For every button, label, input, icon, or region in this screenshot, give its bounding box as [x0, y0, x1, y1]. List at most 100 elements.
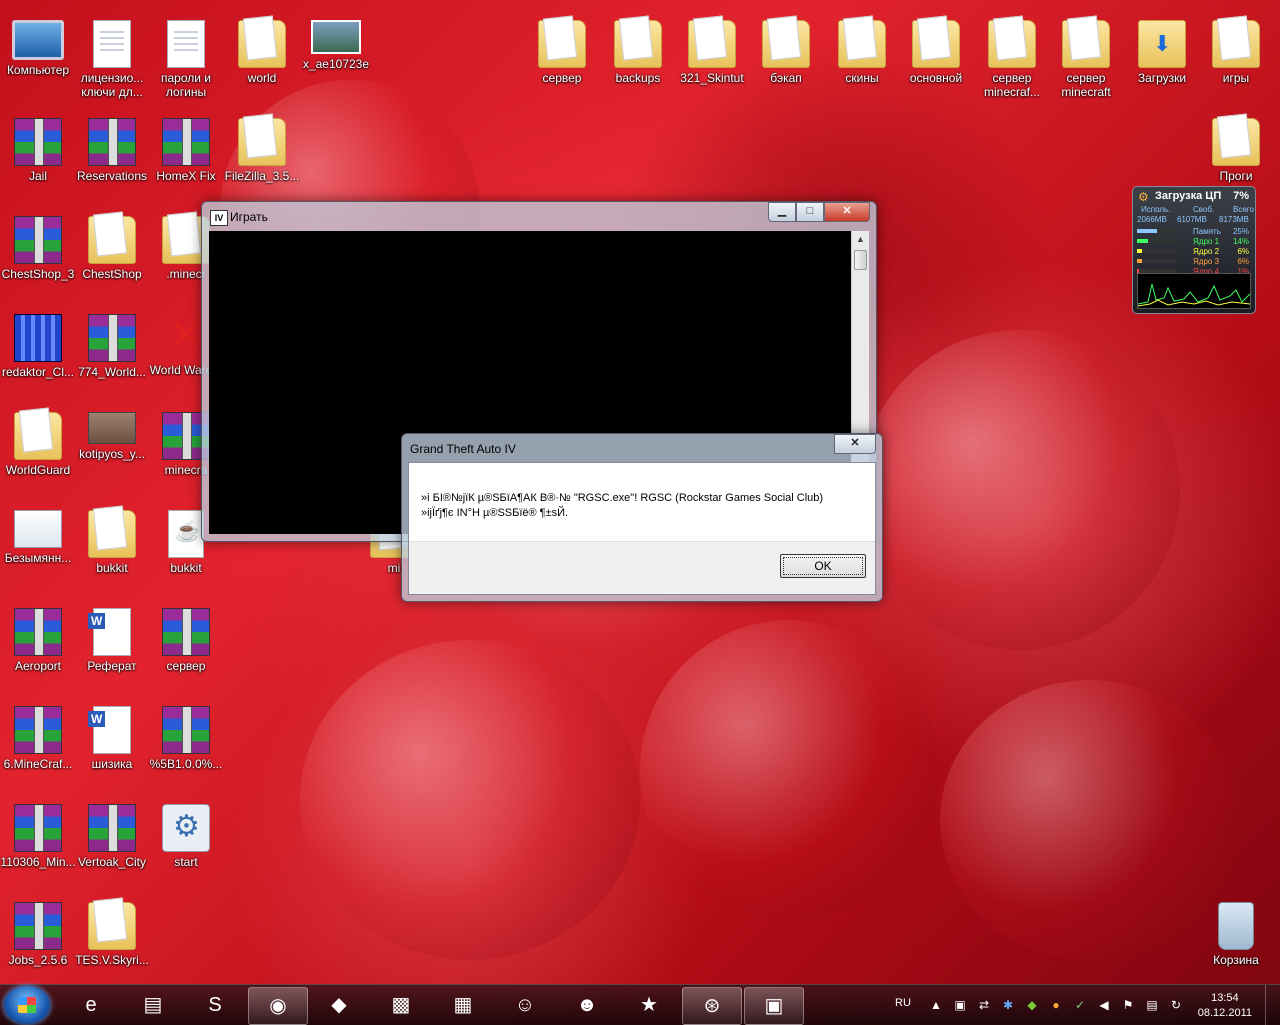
scroll-up-arrow-icon[interactable]: ▲ [852, 231, 869, 248]
desktop-icon-label: Компьютер [6, 63, 70, 77]
language-indicator[interactable]: RU [895, 997, 911, 1009]
desktop-icon[interactable]: kotipyos_y... [74, 404, 150, 498]
desktop-icon[interactable]: 321_Skintut [674, 12, 750, 106]
mem-total-header: Всего [1233, 205, 1254, 214]
desktop-icon[interactable]: ChestShop_3 [0, 208, 76, 302]
minecraft-grass-icon: ▦ [453, 994, 473, 1016]
desktop-icon-label: Vertoak_City [77, 855, 147, 869]
desktop-icon-label: игры [1222, 71, 1250, 85]
show-desktop-button[interactable] [1265, 985, 1280, 1025]
taskbar-app-1-button[interactable]: ◆ [310, 987, 368, 1023]
clock[interactable]: 13:54 08.12.2011 [1198, 991, 1252, 1021]
start-button[interactable] [4, 986, 50, 1024]
network-icon[interactable]: ▤ [1144, 997, 1160, 1013]
folder-icon [1212, 118, 1260, 166]
cpu-gadget-title: Загрузка ЦП [1155, 190, 1222, 202]
desktop-icon[interactable]: сервер [524, 12, 600, 106]
desktop-icon-label: bukkit [170, 561, 202, 575]
desktop-icon[interactable]: Реферат [74, 600, 150, 694]
desktop-icon-label: Безымянн... [4, 551, 72, 565]
action-center-flag-icon[interactable]: ⚑ [1120, 997, 1136, 1013]
cpu-usage-gadget[interactable]: ⚙ Загрузка ЦП 7% Исполь. Своб. Всего 206… [1132, 186, 1256, 314]
ok-button[interactable]: OK [780, 554, 866, 578]
desktop-icon[interactable]: 110306_Min... [0, 796, 76, 890]
tray-network-app-icon[interactable]: ⇄ [976, 997, 992, 1013]
desktop-icon[interactable]: Jobs_2.5.6 [0, 894, 76, 988]
desktop-icon[interactable]: 6.MineCraf... [0, 698, 76, 792]
desktop-icon[interactable]: %5B1.0.0%... [148, 698, 224, 792]
desktop-icon[interactable]: start [148, 796, 224, 890]
tray-update-icon[interactable]: ✓ [1072, 997, 1088, 1013]
desktop-icon[interactable]: Jail [0, 110, 76, 204]
desktop-icon-label: сервер minecraf... [983, 71, 1040, 99]
taskbar-steam-button[interactable]: ⊛ [682, 987, 742, 1025]
desktop-icon[interactable]: Reservations [74, 110, 150, 204]
taskbar-ie-button[interactable]: e [62, 987, 120, 1023]
desktop-icon[interactable]: x_ae10723e [298, 12, 374, 106]
desktop-icon-label: world [247, 71, 277, 85]
folder-icon [88, 216, 136, 264]
taskbar-star-game-button[interactable]: ★ [620, 987, 678, 1023]
desktop-icon[interactable]: сервер [148, 600, 224, 694]
desktop-icon[interactable]: Безымянн... [0, 502, 76, 596]
desktop-icon[interactable]: Загрузки [1124, 12, 1200, 106]
desktop-icon[interactable]: backups [600, 12, 676, 106]
taskbar-minecraft-grass-button[interactable]: ▦ [434, 987, 492, 1023]
tray-nvidia-icon[interactable]: ◆ [1024, 997, 1040, 1013]
maximize-button[interactable]: □ [796, 202, 824, 222]
taskbar-window-button[interactable]: ▣ [744, 987, 804, 1025]
dialog-message: »і БІ®№јїК µ®ЅБїА¶АК В®·№ "RGSC.exe"! RG… [421, 491, 861, 521]
dialog-body: »і БІ®№јїК µ®ЅБїА¶АК В®·№ "RGSC.exe"! RG… [408, 462, 876, 595]
cpu-history-graph [1137, 273, 1251, 309]
close-button[interactable]: ✕ [824, 202, 870, 222]
volume-icon[interactable]: ◀ [1096, 997, 1112, 1013]
desktop-icon-label: ChestShop_3 [1, 267, 75, 281]
tray-bluetooth-icon[interactable]: ✱ [1000, 997, 1016, 1013]
desktop-icon[interactable]: основной [898, 12, 974, 106]
desktop-icon[interactable]: redaktor_Cl... [0, 306, 76, 400]
dialog-close-button[interactable]: ✕ [834, 434, 876, 454]
taskbar-minecraft-block-button[interactable]: ▩ [372, 987, 430, 1023]
desktop-icon[interactable]: сервер minecraft [1048, 12, 1124, 106]
desktop-icon[interactable]: WorldGuard [0, 404, 76, 498]
desktop-icon[interactable]: игры [1198, 12, 1274, 106]
tray-expand-icon[interactable]: ▲ [928, 997, 944, 1013]
desktop-icon[interactable]: скины [824, 12, 900, 106]
desktop-icon[interactable]: бэкап [748, 12, 824, 106]
desktop-icon[interactable]: Aeroport [0, 600, 76, 694]
tray-security-icon[interactable]: ● [1048, 997, 1064, 1013]
desktop-icon[interactable]: лицензио... ключи дл... [74, 12, 150, 106]
desktop-icon[interactable]: Vertoak_City [74, 796, 150, 890]
taskbar-explorer-button[interactable]: ▤ [124, 987, 182, 1023]
gta-iv-icon: IV [210, 210, 228, 226]
error-dialog[interactable]: Grand Theft Auto IV ✕ »і БІ®№јїК µ®ЅБїА¶… [401, 433, 883, 602]
tray-app-icon[interactable]: ▣ [952, 997, 968, 1013]
minimize-button[interactable]: ▁ [768, 202, 796, 222]
app-1-icon: ◆ [331, 994, 347, 1016]
desktop-icon[interactable]: шизика [74, 698, 150, 792]
desktop-icon[interactable]: 774_World... [74, 306, 150, 400]
ie-icon: e [85, 994, 97, 1016]
desktop-icon[interactable]: ChestShop [74, 208, 150, 302]
desktop-icon[interactable]: TES.V.Skyri... [74, 894, 150, 988]
taskbar-chrome-button[interactable]: ◉ [248, 987, 308, 1025]
tray-sync-icon[interactable]: ↻ [1168, 997, 1184, 1013]
desktop-icon[interactable]: сервер minecraf... [974, 12, 1050, 106]
cpu-gadget-total: 7% [1233, 190, 1249, 202]
scroll-thumb[interactable] [854, 250, 867, 270]
mem-free-value: 6107MB [1177, 215, 1207, 224]
desktop-icon[interactable]: Корзина [1198, 894, 1274, 988]
taskbar-skype-button[interactable]: S [186, 987, 244, 1023]
desktop-icon[interactable]: HomeX Fix [148, 110, 224, 204]
taskbar-game-1-button[interactable]: ☺ [496, 987, 554, 1023]
clock-time: 13:54 [1211, 992, 1239, 1004]
desktop-icon-label: Корзина [1213, 953, 1259, 967]
taskbar-game-2-button[interactable]: ☻ [558, 987, 616, 1023]
desktop-icon[interactable]: пароли и логины [148, 12, 224, 106]
desktop-icon[interactable]: bukkit [74, 502, 150, 596]
desktop-icon[interactable]: FileZilla_3.5... [224, 110, 300, 204]
desktop-icon[interactable]: Компьютер [0, 12, 76, 106]
desktop-icon[interactable]: world [224, 12, 300, 106]
folder-icon [762, 20, 810, 68]
dialog-message-line-1: »і БІ®№јїК µ®ЅБїА¶АК В®·№ "RGSC.exe"! RG… [421, 492, 824, 504]
